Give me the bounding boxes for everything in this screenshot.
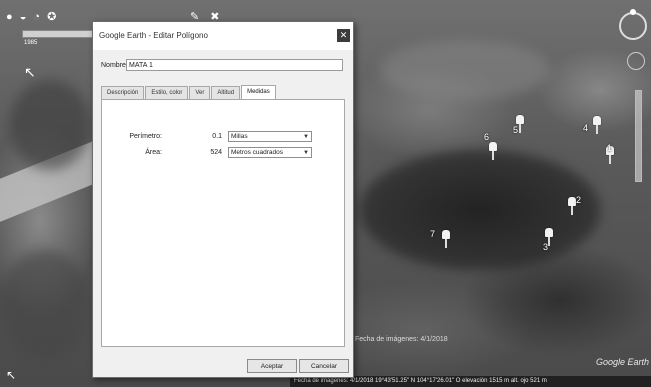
cancel-button[interactable]: Cancelar: [299, 359, 349, 373]
time-slider[interactable]: [22, 30, 94, 38]
placemark-label: 1: [607, 143, 613, 153]
tab-altitude[interactable]: Altitud: [211, 86, 241, 100]
area-label: Área:: [145, 149, 162, 156]
google-earth-watermark: Google Earth: [596, 357, 650, 367]
tree-cluster: [0, 250, 90, 360]
imagery-credit: Fecha de imágenes: 4/1/2018: [355, 336, 448, 343]
tab-measurements[interactable]: Medidas: [241, 85, 276, 100]
placemark-label: 2: [576, 195, 582, 205]
perimeter-label: Perímetro:: [129, 133, 162, 140]
placemark-label: 6: [484, 132, 490, 142]
edit-polygon-dialog: Google Earth - Editar Polígono ✕ Nombre:…: [92, 21, 354, 378]
map-toolbar[interactable]: ● ◒ ◔ ✪: [6, 10, 58, 23]
time-slider-label: 1985: [24, 40, 38, 46]
dialog-title-bar[interactable]: Google Earth - Editar Polígono ✕: [93, 22, 353, 50]
dark-vegetation: [360, 150, 600, 270]
placemark-pin-icon[interactable]: [486, 142, 500, 160]
placemark-pin-icon[interactable]: [439, 230, 453, 248]
measurements-panel: Perímetro: 0.1 Millas ▼ Área: 524 Metros…: [101, 99, 345, 347]
dialog-tabs: Descripción Estilo, color Ver Altitud Me…: [101, 85, 277, 100]
placemark-label: 3: [543, 242, 549, 252]
north-marker-icon[interactable]: [630, 9, 636, 15]
dialog-title: Google Earth - Editar Polígono: [99, 31, 208, 40]
placemark-label: 7: [430, 229, 436, 239]
area-value: 524: [210, 149, 222, 156]
perimeter-unit-select[interactable]: Millas ▼: [228, 131, 312, 142]
look-control-icon[interactable]: [627, 52, 645, 70]
placemark-pin-icon[interactable]: [590, 116, 604, 134]
tab-view[interactable]: Ver: [189, 86, 211, 100]
perimeter-value: 0.1: [212, 133, 222, 140]
compass-icon[interactable]: [619, 12, 647, 40]
area-unit-value: Metros cuadrados: [231, 149, 284, 156]
cursor-arrow-icon: ↖: [24, 64, 36, 80]
light-terrain: [380, 40, 550, 100]
tree-cluster: [10, 80, 90, 170]
placemark-label: 4: [583, 123, 589, 133]
area-unit-select[interactable]: Metros cuadrados ▼: [228, 147, 312, 158]
tab-description[interactable]: Descripción: [101, 86, 145, 100]
chevron-down-icon: ▼: [303, 134, 309, 140]
close-icon[interactable]: ✕: [337, 29, 350, 42]
name-label: Nombre:: [101, 62, 128, 69]
perimeter-unit-value: Millas: [231, 133, 248, 140]
tab-style-color[interactable]: Estilo, color: [145, 86, 189, 100]
chevron-down-icon: ▼: [303, 150, 309, 156]
accept-button[interactable]: Aceptar: [247, 359, 297, 373]
name-field[interactable]: MATA 1: [126, 59, 343, 71]
zoom-slider[interactable]: [635, 90, 642, 182]
placemark-label: 5: [513, 125, 519, 135]
cursor-arrow-icon: ↖: [6, 368, 17, 382]
